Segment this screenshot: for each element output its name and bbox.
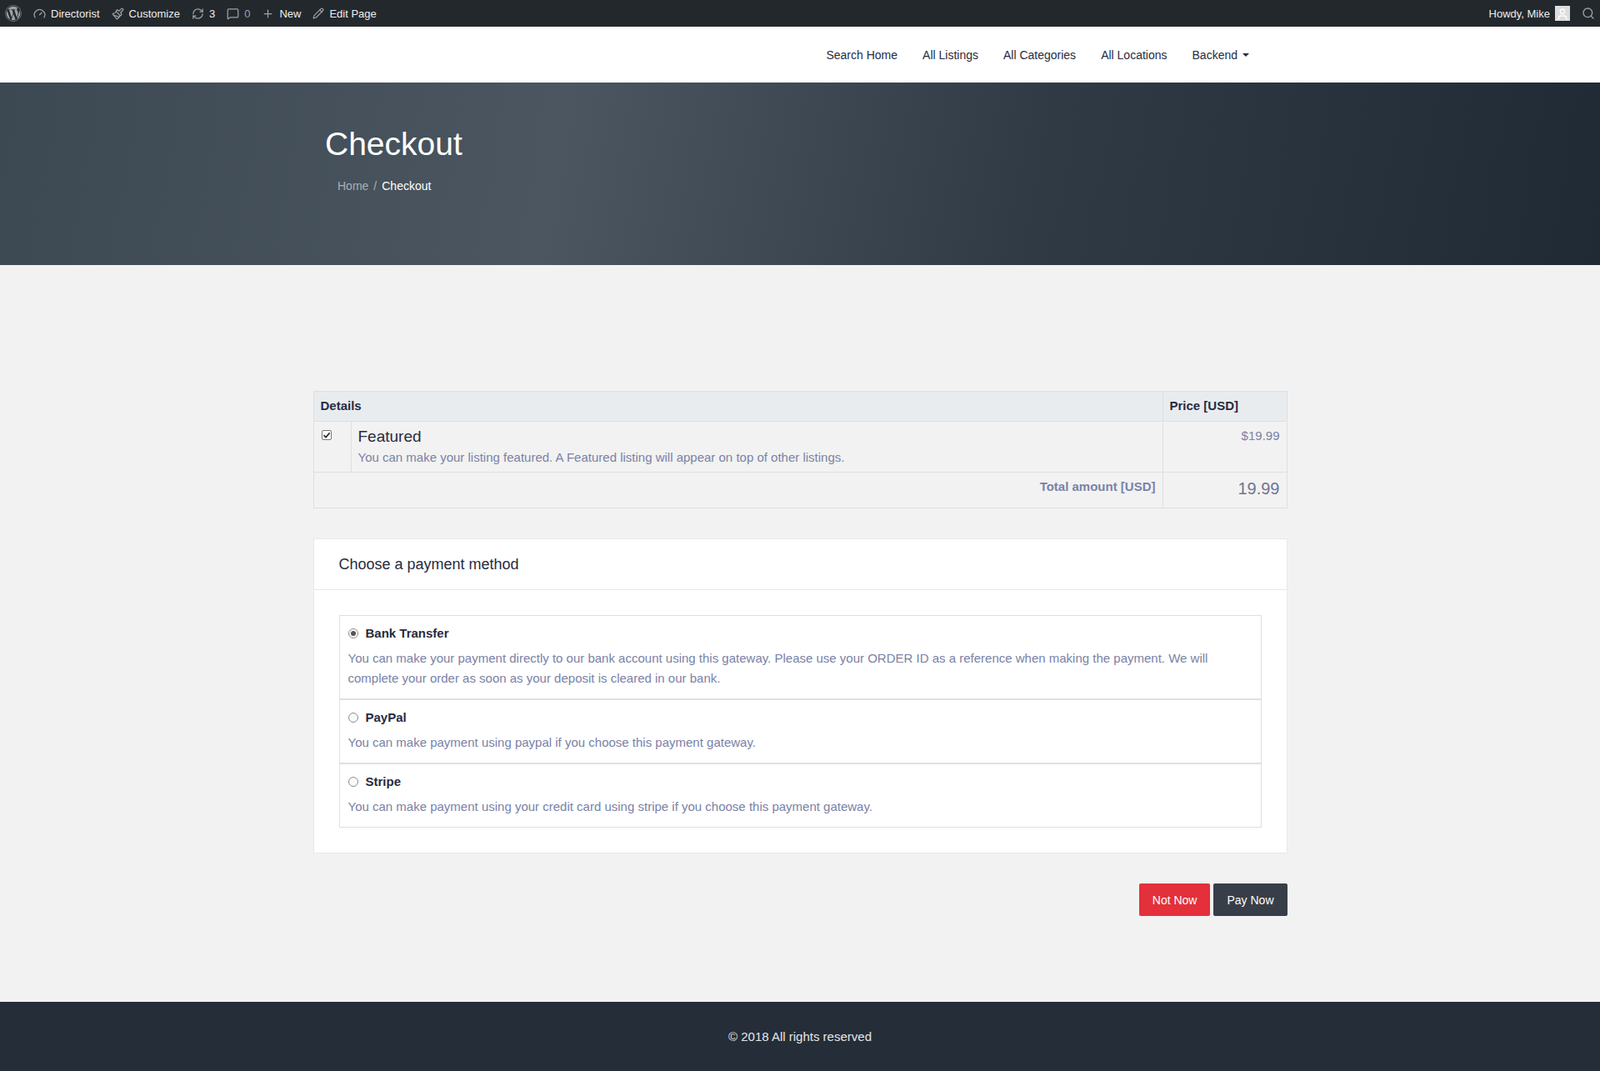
page-title: Checkout	[325, 125, 1275, 163]
wordpress-icon	[5, 5, 22, 22]
actions: Not NowPay Now	[313, 883, 1288, 916]
not-now-button[interactable]: Not Now	[1139, 883, 1211, 916]
total-row: Total amount [USD]19.99	[314, 472, 1287, 508]
comments-link[interactable]: 0	[226, 7, 250, 20]
caret-icon	[1242, 53, 1250, 57]
brush-icon	[111, 7, 125, 20]
order-table: DetailsPrice [USD] Featured You can make y…	[313, 390, 1288, 509]
radio-button[interactable]	[348, 628, 359, 639]
payment-card: Choose a payment method Bank Transfer You …	[313, 538, 1288, 854]
edit-page-link[interactable]: Edit Page	[312, 7, 376, 20]
site-nav: Search Home All Listings All Categories All…	[0, 26, 1600, 83]
hero-banner: CheckoutHome/Checkout	[0, 82, 1600, 265]
column-header: Details	[314, 391, 1163, 421]
nav-link[interactable]: All Categories	[1003, 48, 1076, 62]
nav-link[interactable]: All Listings	[922, 48, 979, 62]
payment-title: Choose a payment method	[314, 539, 1287, 590]
admin-search[interactable]	[1581, 6, 1595, 20]
payment-name: Bank Transfer	[365, 625, 450, 640]
payment-name: PayPal	[365, 710, 407, 725]
search-icon	[1581, 6, 1595, 20]
total-label: Total amount [USD]	[314, 472, 1163, 508]
check-icon	[322, 430, 331, 440]
page: Directorist Customize 30 New Edit Page Howdy,…	[0, 0, 1600, 1071]
item-title: Featured	[358, 427, 1156, 446]
comment-icon	[226, 7, 240, 20]
table-row: Featured You can make your listing featur…	[314, 421, 1287, 473]
item-checkbox[interactable]	[321, 430, 332, 440]
payment-options: Bank Transfer You can make your payment d…	[339, 615, 1262, 828]
total-amount: 19.99	[1162, 472, 1287, 508]
pencil-icon	[312, 7, 325, 20]
updates-link[interactable]: 3	[191, 7, 215, 20]
breadcrumb-item[interactable]: Home	[337, 179, 369, 193]
payment-option[interactable]: Stripe You can make payment using your cr…	[340, 762, 1261, 827]
new-menu[interactable]: New	[261, 7, 301, 20]
account-menu[interactable]: Howdy, Mike	[1489, 5, 1570, 21]
item-description: You can make your listing featured. A Fe…	[358, 450, 1156, 465]
radio-button[interactable]	[348, 712, 359, 723]
footer: © 2018 All rights reserved	[0, 1001, 1600, 1071]
plus-icon	[261, 7, 275, 20]
avatar-icon	[1555, 5, 1570, 21]
nav-link[interactable]: All Locations	[1100, 48, 1167, 62]
column-header: Price [USD]	[1162, 391, 1287, 421]
payment-name: Stripe	[365, 774, 402, 789]
wordpress-menu[interactable]	[5, 5, 22, 22]
updates-icon	[191, 7, 205, 20]
customize-link[interactable]: Customize	[111, 7, 180, 20]
payment-description: You can make payment using paypal if you…	[348, 732, 1253, 753]
payment-description: You can make your payment directly to ou…	[348, 648, 1253, 689]
payment-option[interactable]: Bank Transfer You can make your payment d…	[340, 615, 1261, 699]
admin-bar: Directorist Customize 30 New Edit Page Howdy,…	[0, 0, 1600, 27]
nav-link[interactable]: Search Home	[825, 48, 898, 62]
radio-button[interactable]	[348, 776, 359, 787]
breadcrumb: Home/Checkout	[325, 179, 1275, 193]
pay-now-button[interactable]: Pay Now	[1213, 883, 1287, 916]
nav-link[interactable]: Backend	[1192, 48, 1250, 62]
breadcrumb-item: Checkout	[381, 179, 431, 193]
table-header: DetailsPrice [USD]	[314, 391, 1287, 422]
item-price: $19.99	[1162, 421, 1287, 472]
payment-description: You can make payment using your credit c…	[348, 796, 1253, 817]
dashboard-icon	[33, 7, 46, 20]
payment-option[interactable]: PayPal You can make payment using paypal …	[340, 698, 1261, 763]
site-menu[interactable]: Directorist	[33, 7, 100, 20]
